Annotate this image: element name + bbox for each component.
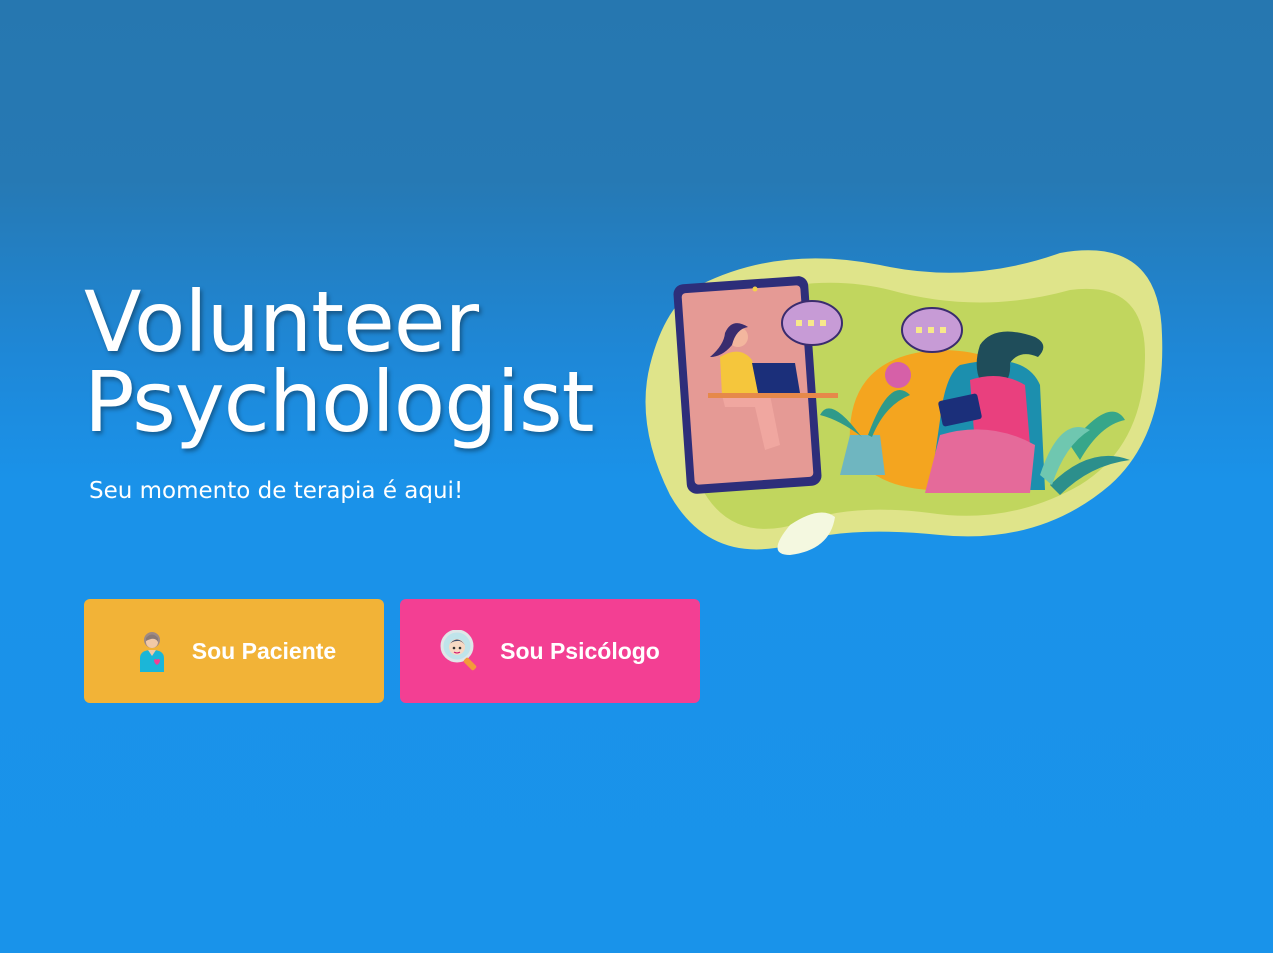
online-therapy-illustration — [645, 250, 1163, 555]
patient-icon — [139, 632, 164, 672]
psychologist-button[interactable]: Sou Psicólogo — [400, 599, 700, 703]
patient-button[interactable]: Sou Paciente — [84, 599, 384, 703]
page-title: Volunteer Psychologist — [84, 273, 595, 451]
psychologist-button-label: Sou Psicólogo — [500, 637, 660, 664]
title-line-1: Volunteer — [84, 273, 479, 371]
patient-button-label: Sou Paciente — [191, 637, 337, 664]
title-line-2: Psychologist — [84, 353, 595, 451]
psychologist-icon — [440, 630, 477, 671]
tagline: Seu momento de terapia é aqui! — [89, 478, 464, 504]
